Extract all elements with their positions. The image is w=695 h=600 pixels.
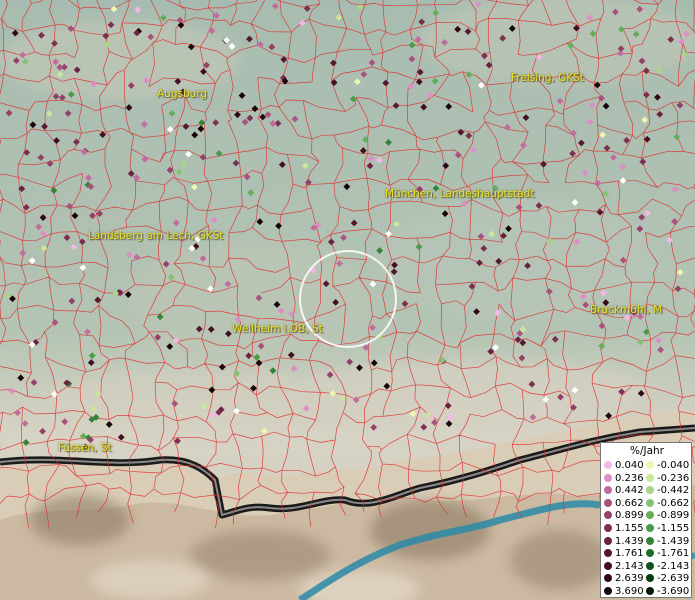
place-label-freising: Freising, GKSt [511, 72, 584, 84]
legend-value: 2.143 [615, 560, 644, 572]
legend-title: %/Jahr [629, 445, 665, 457]
legend-swatch [604, 536, 612, 545]
legend: %/Jahr 0.040 0.236 0.442 0.662 0.899 1.155 1.4… [600, 442, 692, 598]
legend-swatch [604, 524, 612, 532]
map-canvas[interactable] [0, 0, 695, 600]
legend-value: -1.155 [657, 523, 690, 534]
legend-swatch [646, 536, 654, 545]
legend-value: 0.662 [615, 497, 644, 509]
legend-swatch [646, 561, 654, 570]
legend-swatch [604, 511, 612, 520]
legend-value: -2.143 [657, 560, 690, 572]
legend-value: 1.761 [615, 548, 644, 560]
legend-swatch [604, 486, 612, 495]
legend-swatch [604, 574, 612, 583]
legend-value: 0.442 [615, 485, 644, 497]
legend-value: -0.442 [657, 485, 690, 497]
place-label-bruckmuehl: Bruckmühl, M [590, 304, 663, 316]
legend-swatch [646, 549, 654, 558]
place-label-augsburg: Augsburg [157, 88, 208, 100]
legend-value: -3.690 [657, 586, 690, 597]
legend-value: 2.639 [615, 573, 644, 585]
legend-value: 0.236 [615, 472, 644, 484]
place-label-muenchen: München, Landeshauptstadt [385, 188, 535, 200]
legend-value: 1.155 [615, 523, 644, 534]
legend-value: 3.690 [615, 586, 644, 597]
legend-swatch [646, 524, 654, 532]
legend-swatch [604, 587, 612, 595]
legend-value: -2.639 [657, 573, 690, 585]
legend-value: -0.662 [657, 497, 690, 509]
legend-swatch [646, 473, 654, 482]
legend-value: 1.439 [615, 535, 644, 547]
legend-swatch [604, 498, 612, 507]
legend-value: 0.899 [615, 510, 644, 522]
place-label-landsberg: Landsberg am Lech, GKSt [88, 230, 224, 242]
legend-swatch [646, 574, 654, 583]
legend-swatch [646, 498, 654, 507]
legend-swatch [604, 561, 612, 570]
legend-swatch [604, 461, 612, 469]
legend-swatch [604, 473, 612, 482]
legend-value: -0.236 [657, 472, 690, 484]
legend-value: -1.439 [657, 535, 690, 547]
legend-value: 0.040 [615, 460, 644, 471]
legend-swatch [646, 587, 654, 595]
legend-value: -1.761 [657, 548, 690, 560]
legend-swatch [646, 486, 654, 495]
place-label-weilheim: Weilheim i.OB, St [232, 323, 323, 335]
legend-swatch [646, 511, 654, 520]
legend-value: -0.899 [657, 510, 690, 522]
place-label-fuessen: Füssen, St [58, 442, 112, 454]
legend-value: -0.040 [657, 460, 690, 471]
legend-swatch [646, 461, 654, 469]
legend-swatch [604, 549, 612, 558]
